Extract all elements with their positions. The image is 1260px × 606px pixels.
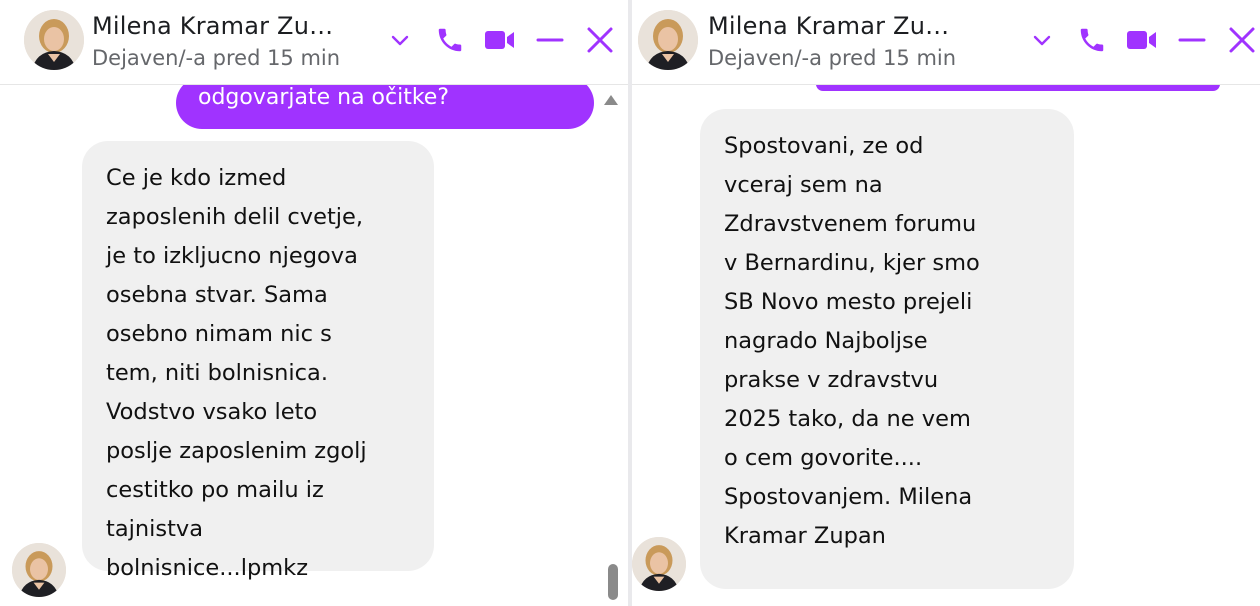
incoming-message-bubble[interactable]: Spostovani, ze od vceraj sem na Zdravstv… xyxy=(700,109,1074,589)
contact-name[interactable]: Milena Kramar Zu… xyxy=(92,12,333,40)
close-icon[interactable] xyxy=(582,22,618,58)
header-actions xyxy=(382,20,618,60)
profile-avatar[interactable] xyxy=(24,10,84,70)
scrollbar-thumb[interactable] xyxy=(608,564,618,600)
avatar-photo xyxy=(24,10,84,70)
chat-header[interactable]: Milena Kramar Zu… Dejaven/-a pred 15 min xyxy=(632,0,1260,85)
sender-avatar[interactable] xyxy=(632,537,686,591)
video-camera-icon[interactable] xyxy=(1124,22,1160,58)
message-list[interactable]: Spostovani, ze od vceraj sem na Zdravstv… xyxy=(632,77,1260,606)
chevron-down-icon[interactable] xyxy=(382,22,418,58)
active-status: Dejaven/-a pred 15 min xyxy=(708,46,957,70)
phone-icon[interactable] xyxy=(1074,22,1110,58)
minimize-icon[interactable] xyxy=(532,22,568,58)
active-status: Dejaven/-a pred 15 min xyxy=(92,46,341,70)
contact-name[interactable]: Milena Kramar Zu… xyxy=(708,12,949,40)
chat-window-right: Milena Kramar Zu… Dejaven/-a pred 15 min xyxy=(632,0,1260,606)
avatar-photo xyxy=(632,537,686,591)
scrollbar[interactable] xyxy=(604,85,624,606)
sender-avatar[interactable] xyxy=(12,543,66,597)
chat-windows: Milena Kramar Zu… Dejaven/-a pred 15 min xyxy=(0,0,1260,606)
phone-icon[interactable] xyxy=(432,22,468,58)
avatar-photo xyxy=(638,10,698,70)
message-list[interactable]: odgovarjate na očitke? Ce je kdo izmed z… xyxy=(0,77,628,606)
header-actions xyxy=(1024,20,1260,60)
avatar-photo xyxy=(12,543,66,597)
chat-header[interactable]: Milena Kramar Zu… Dejaven/-a pred 15 min xyxy=(0,0,628,85)
profile-avatar[interactable] xyxy=(638,10,698,70)
chevron-down-icon[interactable] xyxy=(1024,22,1060,58)
video-camera-icon[interactable] xyxy=(482,22,518,58)
scroll-up-arrow-icon[interactable] xyxy=(604,95,618,105)
chat-window-left: Milena Kramar Zu… Dejaven/-a pred 15 min xyxy=(0,0,628,606)
minimize-icon[interactable] xyxy=(1174,22,1210,58)
close-icon[interactable] xyxy=(1224,22,1260,58)
outgoing-message-text: odgovarjate na očitke? xyxy=(198,85,450,110)
incoming-message-bubble[interactable]: Ce je kdo izmed zaposlenih delil cvetje,… xyxy=(82,141,434,581)
